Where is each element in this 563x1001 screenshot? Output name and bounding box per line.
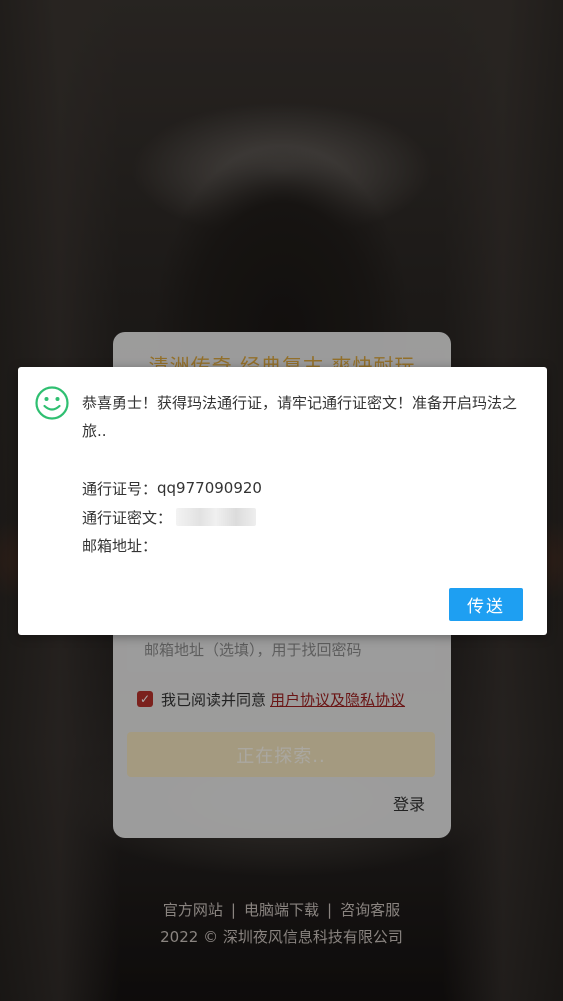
email-label: 邮箱地址： — [82, 536, 158, 555]
pass-id-label: 通行证号： — [82, 479, 158, 498]
registration-dialog: 恭喜勇士！获得玛法通行证，请牢记通行证密文！准备开启玛法之旅.. 通行证号： q… — [18, 367, 547, 635]
pass-password-label: 通行证密文： — [82, 508, 173, 527]
pc-download-link[interactable]: 电脑端下载 — [244, 901, 319, 919]
official-site-link[interactable]: 官方网站 — [163, 901, 223, 919]
pass-password-row: 通行证密文： — [82, 506, 257, 528]
footer-copyright: 2022 © 深圳夜风信息科技有限公司 — [160, 928, 403, 946]
pass-id-row: 通行证号： qq977090920 — [82, 477, 262, 499]
customer-service-link[interactable]: 咨询客服 — [340, 901, 400, 919]
smile-icon — [35, 386, 69, 420]
send-button[interactable]: 传送 — [449, 588, 523, 621]
email-row: 邮箱地址： — [82, 534, 157, 556]
footer-links: 官方网站 | 电脑端下载 | 咨询客服 — [162, 901, 401, 919]
pass-id-value: qq977090920 — [157, 479, 262, 497]
redacted-password — [176, 508, 257, 526]
dialog-message: 恭喜勇士！获得玛法通行证，请牢记通行证密文！准备开启玛法之旅.. — [82, 394, 518, 440]
